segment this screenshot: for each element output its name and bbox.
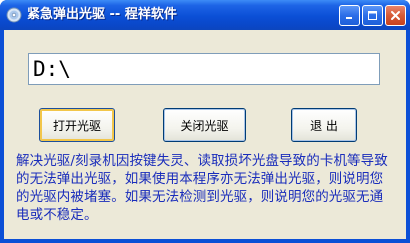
window-title: 紧急弹出光驱 -- 程祥软件 <box>27 7 177 22</box>
main-window: 紧急弹出光驱 -- 程祥软件 打开光驱 关闭光驱 退 出 解决光驱/刻录机因按键… <box>0 0 410 243</box>
info-text: 解决光驱/刻录机因按键失灵、读取损坏光盘导致的卡机等导致的无法弹出光驱，如果使用… <box>16 153 388 223</box>
client-area: 打开光驱 关闭光驱 退 出 解决光驱/刻录机因按键失灵、读取损坏光盘导致的卡机等… <box>4 30 406 239</box>
maximize-icon <box>367 6 378 25</box>
minimize-icon <box>344 6 355 25</box>
drive-path-input[interactable] <box>28 53 380 85</box>
cd-icon <box>6 7 22 23</box>
close-drive-button[interactable]: 关闭光驱 <box>163 108 246 142</box>
open-drive-button[interactable]: 打开光驱 <box>39 108 115 142</box>
title-bar[interactable]: 紧急弹出光驱 -- 程祥软件 <box>0 0 410 30</box>
exit-button[interactable]: 退 出 <box>291 108 357 142</box>
maximize-button[interactable] <box>362 5 383 26</box>
close-icon <box>390 6 401 25</box>
minimize-button[interactable] <box>339 5 360 26</box>
close-button[interactable] <box>385 5 406 26</box>
